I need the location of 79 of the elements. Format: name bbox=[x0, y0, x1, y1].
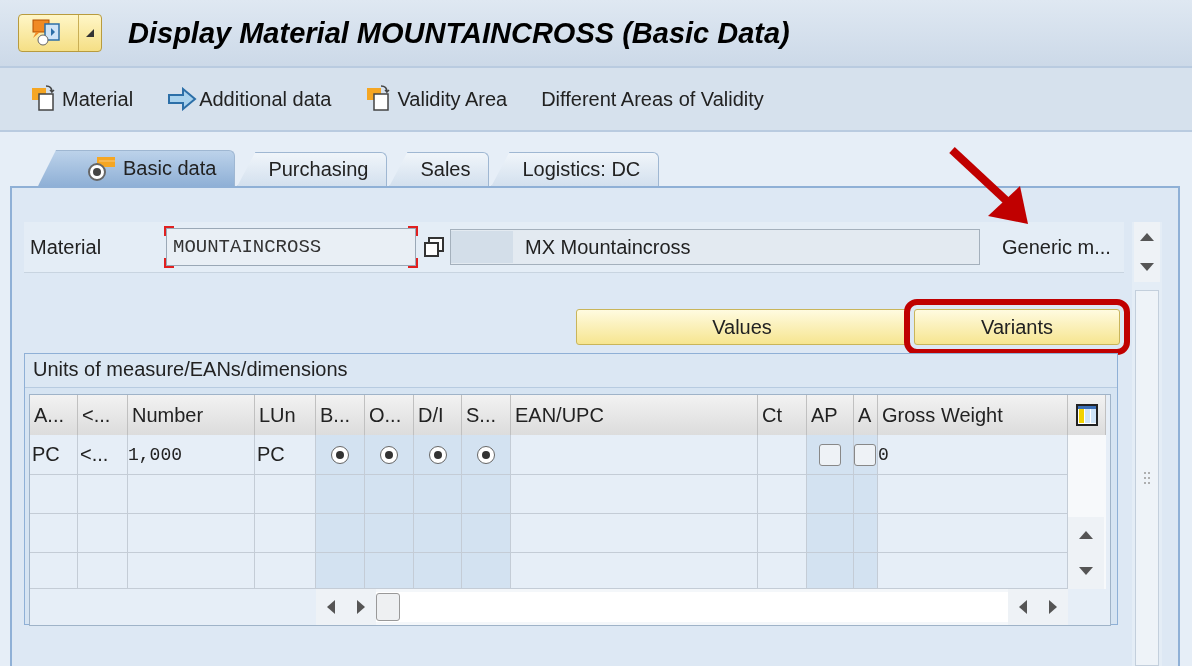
column-header[interactable]: A bbox=[854, 395, 878, 435]
radio-button[interactable] bbox=[477, 445, 495, 464]
table-cell: <... bbox=[78, 435, 128, 475]
arrow-icon bbox=[167, 87, 198, 111]
scrollbar-thumb[interactable] bbox=[376, 593, 400, 621]
column-header[interactable]: Ct bbox=[758, 395, 807, 435]
table-cell bbox=[365, 553, 414, 589]
scroll-down-icon bbox=[1079, 566, 1093, 576]
scroll-right-button[interactable] bbox=[346, 589, 376, 625]
table-cell bbox=[462, 553, 511, 589]
table-cell bbox=[807, 553, 854, 589]
tab[interactable]: Purchasing bbox=[237, 152, 388, 186]
table-cell bbox=[365, 514, 414, 553]
table-cell bbox=[30, 514, 78, 553]
table-cell bbox=[30, 475, 78, 514]
column-header[interactable]: Number bbox=[128, 395, 255, 435]
radio-button[interactable] bbox=[331, 445, 349, 464]
toolbar-button[interactable]: Validity Area bbox=[365, 84, 508, 114]
field-label: Material bbox=[30, 235, 103, 259]
column-header[interactable]: S... bbox=[462, 395, 511, 435]
scroll-down-button[interactable] bbox=[1068, 553, 1104, 589]
scroll-right-icon bbox=[356, 600, 366, 614]
tab-icon bbox=[87, 155, 117, 182]
menu-button[interactable] bbox=[18, 14, 102, 52]
table-cell bbox=[30, 553, 78, 589]
group-title: Units of measure/EANs/dimensions bbox=[25, 354, 1117, 388]
table-cell bbox=[462, 514, 511, 553]
column-header[interactable]: Gross Weight bbox=[878, 395, 1068, 435]
tab[interactable]: Sales bbox=[389, 152, 490, 186]
table-cell bbox=[78, 475, 128, 514]
column-header[interactable]: B... bbox=[316, 395, 365, 435]
table-cell: 1,000 bbox=[128, 435, 255, 475]
scroll-down-icon bbox=[1140, 262, 1154, 272]
table-cell bbox=[78, 514, 128, 553]
scroll-up-button[interactable] bbox=[1068, 517, 1104, 553]
column-header[interactable]: <... bbox=[78, 395, 128, 435]
copy-icon[interactable] bbox=[422, 235, 446, 259]
column-header[interactable]: O... bbox=[365, 395, 414, 435]
scroll-left-button[interactable] bbox=[1008, 589, 1038, 625]
scroll-down-button[interactable] bbox=[1134, 252, 1160, 282]
scroll-right-button[interactable] bbox=[1038, 589, 1068, 625]
radio-button[interactable] bbox=[380, 445, 398, 464]
material-type-text: Generic m... bbox=[1002, 235, 1111, 259]
scroll-left-button[interactable] bbox=[316, 589, 346, 625]
table-cell bbox=[414, 553, 462, 589]
scroll-left-icon bbox=[1018, 600, 1028, 614]
scroll-up-icon bbox=[1079, 530, 1093, 540]
table-cell bbox=[316, 514, 365, 553]
scroll-up-icon bbox=[1140, 232, 1154, 242]
column-header[interactable]: LUn bbox=[255, 395, 316, 435]
table-cell bbox=[854, 514, 878, 553]
toolbar-button[interactable]: Material bbox=[30, 84, 134, 114]
radio-button[interactable] bbox=[428, 445, 447, 464]
tab[interactable]: Basic data bbox=[38, 150, 236, 186]
caret-icon bbox=[86, 29, 94, 37]
scroll-left-icon bbox=[326, 600, 336, 614]
redacted-block bbox=[451, 231, 513, 263]
table-settings-icon[interactable] bbox=[1075, 404, 1098, 426]
table-cell bbox=[414, 514, 462, 553]
table-cell: PC bbox=[30, 435, 78, 475]
column-header[interactable]: A... bbox=[30, 395, 78, 435]
tab[interactable]: Logistics: DC bbox=[491, 152, 660, 186]
checkbox[interactable] bbox=[819, 443, 841, 466]
table-cell bbox=[807, 514, 854, 553]
checkbox[interactable] bbox=[854, 443, 876, 466]
toolbar-button[interactable]: Additional data bbox=[167, 87, 332, 111]
window-title: Display Material MOUNTAINCROSS (Basic Data) bbox=[128, 16, 790, 50]
column-header[interactable]: EAN/UPC bbox=[511, 395, 758, 435]
description-text: MX Mountaincross bbox=[525, 235, 691, 259]
scroll-up-button[interactable] bbox=[1134, 222, 1160, 252]
table-cell bbox=[316, 553, 365, 589]
toolbar-button[interactable]: Different Areas of Validity bbox=[541, 87, 764, 111]
material-field[interactable]: MOUNTAINCROSS bbox=[166, 228, 416, 266]
column-header[interactable]: AP bbox=[807, 395, 854, 435]
scroll-right-icon bbox=[1048, 600, 1058, 614]
table-cell bbox=[854, 553, 878, 589]
table-cell bbox=[78, 553, 128, 589]
column-header[interactable]: D/I bbox=[414, 395, 462, 435]
grip-icon[interactable] bbox=[1143, 471, 1151, 485]
